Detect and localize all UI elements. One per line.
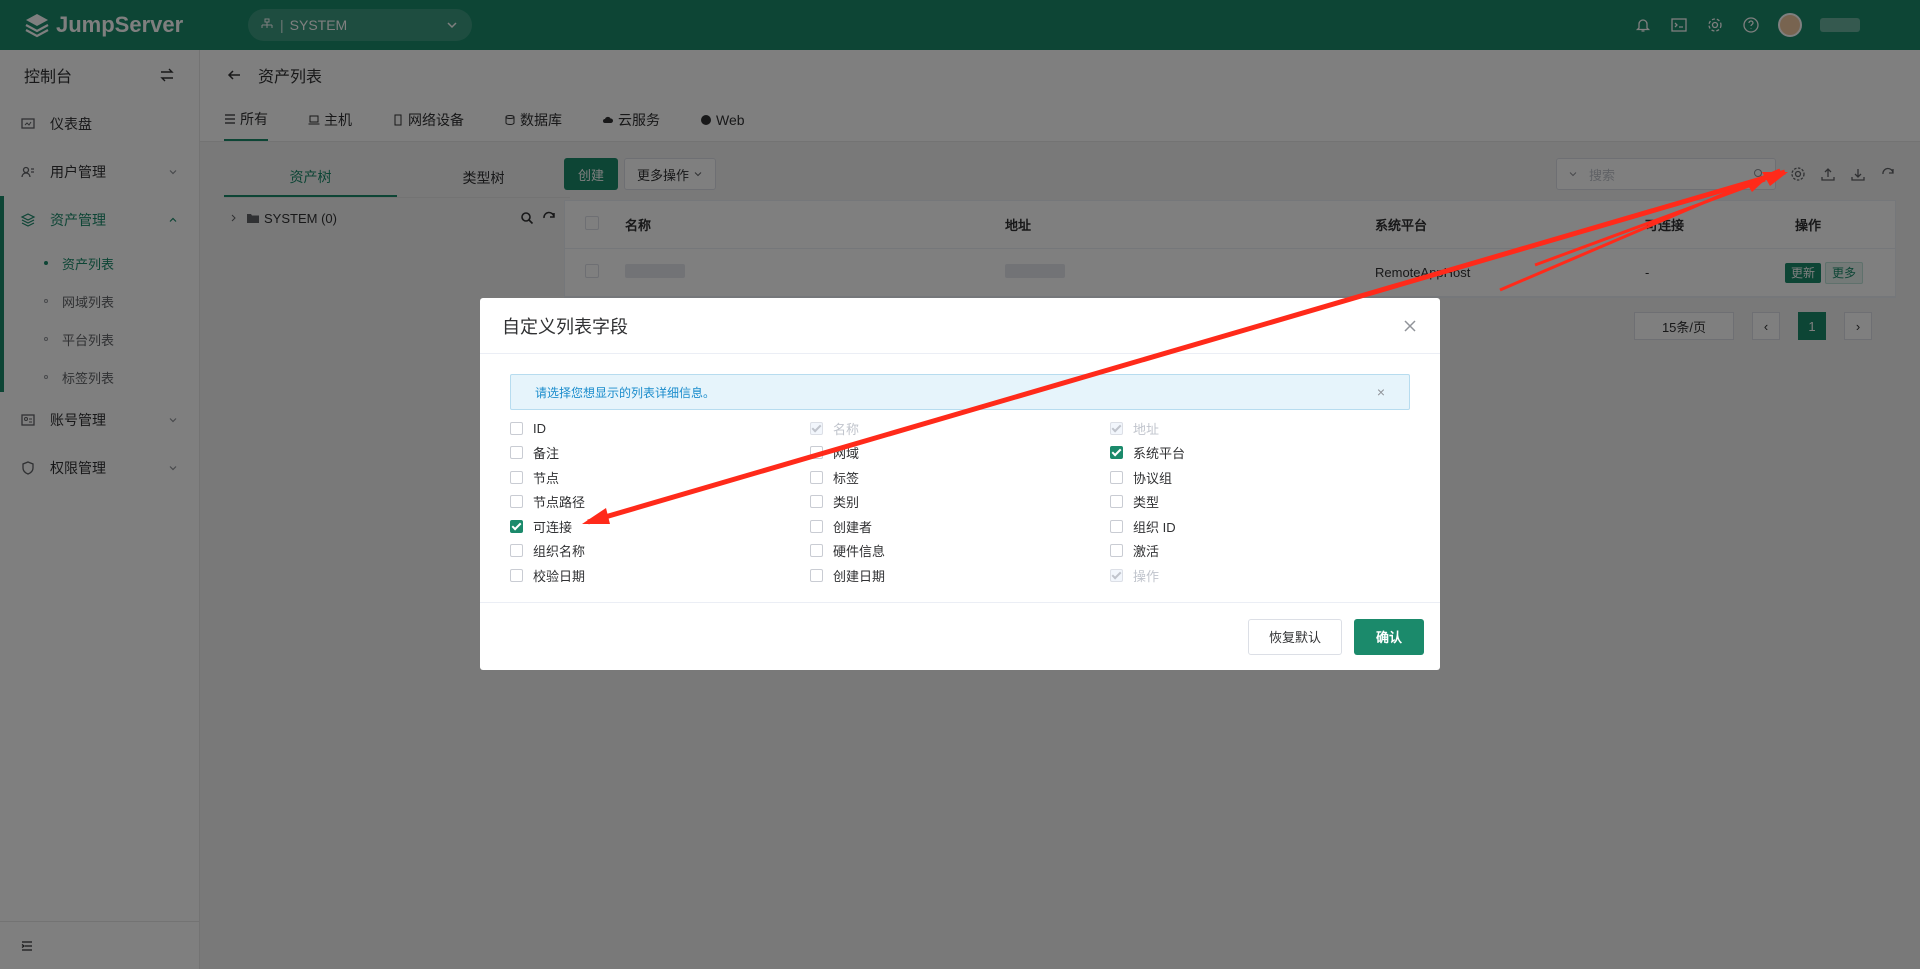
field-option[interactable]: 协议组 xyxy=(1110,465,1410,490)
field-label: 备注 xyxy=(533,446,560,462)
field-option[interactable]: 节点 xyxy=(510,465,810,490)
field-option[interactable]: 硬件信息 xyxy=(810,539,1110,564)
field-label: 系统平台 xyxy=(1133,446,1186,462)
checkbox[interactable] xyxy=(810,470,823,484)
field-label: 操作 xyxy=(1133,568,1160,584)
field-label: 协议组 xyxy=(1133,470,1173,486)
field-checkbox-grid: ID 名称 地址备注 网域 系统平台节点 标签 协议组节点路径 类别 类型可连接 创建者 组织 ID… xyxy=(510,416,1410,588)
field-option[interactable]: 组织 ID xyxy=(1110,514,1410,539)
field-option[interactable]: 标签 xyxy=(810,465,1110,490)
field-option[interactable]: 校验日期 xyxy=(510,563,810,588)
checkbox[interactable] xyxy=(510,519,523,533)
field-option[interactable]: 类型 xyxy=(1110,490,1410,515)
info-alert: 请选择您想显示的列表详细信息。 × xyxy=(510,374,1410,410)
alert-close-icon[interactable]: × xyxy=(1377,384,1385,400)
field-label: 名称 xyxy=(833,421,860,437)
checkbox[interactable] xyxy=(1110,544,1123,558)
checkbox xyxy=(810,421,823,435)
field-label: 组织 ID xyxy=(1133,519,1176,535)
field-option[interactable]: 系统平台 xyxy=(1110,441,1410,466)
field-label: 类别 xyxy=(833,495,860,511)
customize-columns-dialog: 自定义列表字段 请选择您想显示的列表详细信息。 × ID 名称 地址备注 网域 系统平台… xyxy=(480,298,1440,670)
field-option[interactable]: 创建者 xyxy=(810,514,1110,539)
reset-default-button[interactable]: 恢复默认 xyxy=(1247,618,1342,655)
field-label: 类型 xyxy=(1133,495,1160,511)
checkbox[interactable] xyxy=(1110,519,1123,533)
field-option[interactable]: 组织名称 xyxy=(510,539,810,564)
dialog-footer: 恢复默认 确认 xyxy=(480,602,1440,670)
field-label: 创建日期 xyxy=(833,568,886,584)
field-option: 操作 xyxy=(1110,563,1410,588)
field-option[interactable]: 激活 xyxy=(1110,539,1410,564)
field-label: 网域 xyxy=(833,446,860,462)
field-label: 地址 xyxy=(1133,421,1160,437)
field-label: 组织名称 xyxy=(533,544,586,560)
checkbox xyxy=(1110,421,1123,435)
checkbox[interactable] xyxy=(510,568,523,582)
field-option[interactable]: ID xyxy=(510,416,810,441)
close-icon[interactable] xyxy=(1402,318,1418,334)
field-label: 创建者 xyxy=(833,519,873,535)
confirm-button[interactable]: 确认 xyxy=(1353,618,1424,655)
checkbox[interactable] xyxy=(510,544,523,558)
checkbox[interactable] xyxy=(510,495,523,509)
checkbox[interactable] xyxy=(1110,446,1123,460)
field-label: 节点 xyxy=(533,470,560,486)
field-label: 标签 xyxy=(833,470,860,486)
field-option[interactable]: 备注 xyxy=(510,441,810,466)
alert-text: 请选择您想显示的列表详细信息。 xyxy=(535,385,716,400)
checkbox[interactable] xyxy=(810,568,823,582)
field-label: 节点路径 xyxy=(533,495,586,511)
field-option: 地址 xyxy=(1110,416,1410,441)
field-label: 校验日期 xyxy=(533,568,586,584)
field-label: 可连接 xyxy=(533,519,573,535)
field-option: 名称 xyxy=(810,416,1110,441)
checkbox xyxy=(1110,568,1123,582)
dialog-header: 自定义列表字段 xyxy=(480,298,1440,354)
field-option[interactable]: 创建日期 xyxy=(810,563,1110,588)
checkbox[interactable] xyxy=(1110,470,1123,484)
checkbox[interactable] xyxy=(810,495,823,509)
checkbox[interactable] xyxy=(510,446,523,460)
field-label: 硬件信息 xyxy=(833,544,886,560)
checkbox[interactable] xyxy=(810,544,823,558)
field-option[interactable]: 可连接 xyxy=(510,514,810,539)
field-option[interactable]: 网域 xyxy=(810,441,1110,466)
field-option[interactable]: 类别 xyxy=(810,490,1110,515)
checkbox[interactable] xyxy=(810,446,823,460)
checkbox[interactable] xyxy=(510,421,523,435)
field-option[interactable]: 节点路径 xyxy=(510,490,810,515)
field-label: 激活 xyxy=(1133,544,1160,560)
checkbox[interactable] xyxy=(810,519,823,533)
dialog-title: 自定义列表字段 xyxy=(502,316,628,337)
field-label: ID xyxy=(533,420,546,436)
checkbox[interactable] xyxy=(1110,495,1123,509)
checkbox[interactable] xyxy=(510,470,523,484)
